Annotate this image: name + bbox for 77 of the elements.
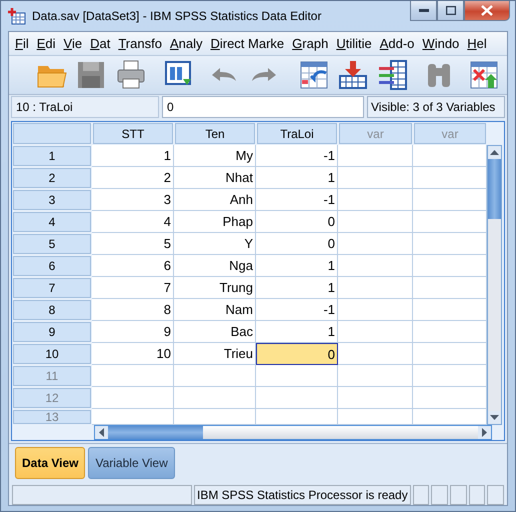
- scroll-thumb[interactable]: [108, 426, 203, 440]
- table-cell: Trieu: [174, 343, 256, 366]
- row-header[interactable]: 4: [13, 212, 91, 232]
- row-header[interactable]: 3: [13, 190, 91, 210]
- table-cell: 1: [92, 145, 174, 168]
- up-arrow-icon: [490, 150, 499, 156]
- menu-item[interactable]: Hel: [467, 36, 487, 51]
- table-cell: -1: [256, 189, 338, 212]
- menu-item[interactable]: Windo: [422, 36, 460, 51]
- maximize-icon: [446, 6, 456, 15]
- cell-value-field[interactable]: 0: [162, 96, 364, 118]
- table-cell: 2: [92, 167, 174, 190]
- row-header[interactable]: 1: [13, 146, 91, 166]
- row-header[interactable]: 6: [13, 256, 91, 276]
- close-button[interactable]: [464, 1, 510, 21]
- table-cell: Phap: [174, 211, 256, 234]
- horizontal-scrollbar[interactable]: [94, 425, 492, 440]
- close-icon: [481, 5, 493, 16]
- status-message: IBM SPSS Statistics Processor is ready: [194, 484, 411, 505]
- cell-reference: 10 : TraLoi: [11, 96, 159, 118]
- table-cell: 8: [92, 299, 174, 322]
- column-header[interactable]: Ten: [175, 123, 255, 144]
- left-arrow-icon: [99, 428, 104, 438]
- table-cell: 10: [92, 343, 174, 366]
- view-tab[interactable]: Data View: [15, 447, 86, 480]
- menu-item[interactable]: Fil: [15, 36, 29, 51]
- menu-item[interactable]: Analy: [170, 36, 202, 51]
- table-cell: Trung: [174, 277, 256, 300]
- table-cell: 1: [256, 167, 338, 190]
- table-cell: -1: [256, 145, 338, 168]
- table-cell: 1: [256, 277, 338, 300]
- window-title: Data.sav [DataSet3] - IBM SPSS Statistics Data Editor: [32, 9, 322, 23]
- column-header[interactable]: TraLoi: [257, 123, 337, 144]
- column-header[interactable]: STT: [93, 123, 173, 144]
- view-tab[interactable]: Variable View: [88, 447, 175, 480]
- table-cell: Bac: [174, 321, 256, 344]
- menu-item[interactable]: Utilitie: [336, 36, 372, 51]
- row-header[interactable]: 8: [13, 300, 91, 320]
- table-cell: My: [174, 145, 256, 168]
- row-header[interactable]: 10: [13, 344, 91, 364]
- right-arrow-icon: [482, 428, 487, 438]
- table-cell: Nhat: [174, 167, 256, 190]
- maximize-button[interactable]: [437, 1, 464, 21]
- scroll-thumb[interactable]: [488, 159, 501, 220]
- table-cell: -1: [256, 299, 338, 322]
- row-header[interactable]: 2: [13, 168, 91, 188]
- table-cell: 9: [92, 321, 174, 344]
- menu-item[interactable]: Add-o: [380, 36, 414, 51]
- minimize-icon: [418, 8, 428, 12]
- row-header[interactable]: 9: [13, 322, 91, 342]
- menu-item[interactable]: Edi: [36, 36, 56, 51]
- table-cell: 0: [256, 211, 338, 234]
- row-header[interactable]: 7: [13, 278, 91, 298]
- menu-item[interactable]: Direct Marke: [210, 36, 284, 51]
- table-cell: 1: [256, 255, 338, 278]
- menu-item[interactable]: Graph: [292, 36, 328, 51]
- down-arrow-icon: [490, 415, 499, 420]
- table-cell: 1: [256, 321, 338, 344]
- table-cell: Y: [174, 233, 256, 256]
- table-cell: 5: [92, 233, 174, 256]
- menu-item[interactable]: Transfo: [118, 36, 162, 51]
- table-cell: Nam: [174, 299, 256, 322]
- table-cell: 0: [256, 233, 338, 256]
- menu-item[interactable]: Dat: [90, 36, 110, 51]
- table-cell: 0: [256, 343, 338, 366]
- row-header[interactable]: 5: [13, 234, 91, 254]
- table-cell: 4: [92, 211, 174, 234]
- visible-variables-label: Visible: 3 of 3 Variables: [367, 96, 505, 118]
- table-cell: Nga: [174, 255, 256, 278]
- minimize-button[interactable]: [410, 1, 437, 21]
- table-cell: Anh: [174, 189, 256, 212]
- app-icon: [8, 7, 26, 25]
- table-cell: 7: [92, 277, 174, 300]
- vertical-scrollbar[interactable]: [487, 145, 502, 426]
- menu-item[interactable]: Vie: [64, 36, 82, 51]
- table-cell: 6: [92, 255, 174, 278]
- table-cell: 3: [92, 189, 174, 212]
